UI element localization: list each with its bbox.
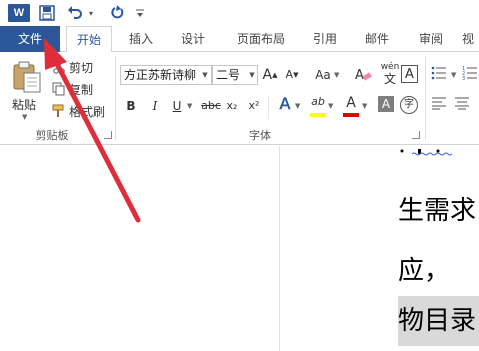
document-text-line[interactable]: 应， — [398, 250, 450, 287]
phonetic-guide-char-icon: 文 — [383, 72, 396, 86]
ribbon-home: 粘贴 ▼ 剪切 复制 格式刷 剪贴板 方正苏新诗柳 ▼ 二号 ▼ A▲ A▼ A… — [0, 52, 479, 145]
format-painter-icon — [52, 104, 66, 118]
page-left-edge — [279, 146, 280, 351]
group-separator — [425, 56, 426, 140]
group-separator — [115, 56, 116, 140]
paste-button-label[interactable]: 粘贴 — [12, 96, 36, 113]
format-painter-button[interactable]: 格式刷 — [52, 103, 105, 119]
superscript-button[interactable]: x² — [246, 96, 262, 116]
clear-formatting-button[interactable]: A — [354, 65, 372, 85]
subscript-button[interactable]: x₂ — [224, 96, 240, 116]
underline-button[interactable]: U — [170, 96, 184, 116]
character-border-button[interactable]: A — [401, 65, 418, 83]
italic-button[interactable]: I — [148, 96, 162, 116]
font-color-swatch — [343, 113, 359, 117]
scissors-icon — [52, 60, 66, 74]
highlight-color-swatch — [310, 113, 326, 117]
text-effects-dropdown-icon[interactable]: ▼ — [295, 96, 300, 116]
bold-button[interactable]: B — [124, 96, 138, 116]
change-case-button[interactable]: Aa — [312, 65, 334, 85]
font-group-label: 字体 — [249, 129, 271, 142]
strikethrough-button[interactable]: abc — [200, 96, 222, 116]
numbering-icon[interactable]: 123 — [462, 65, 478, 85]
tab-design[interactable]: 设计 — [172, 26, 214, 52]
customize-quick-access-icon[interactable] — [134, 3, 146, 23]
tab-references[interactable]: 引用 — [304, 26, 346, 52]
phonetic-guide-button[interactable]: wén 文 — [380, 62, 400, 86]
shrink-font-button[interactable]: A▼ — [284, 65, 300, 85]
copy-icon — [52, 82, 66, 96]
svg-text:3: 3 — [462, 76, 465, 81]
undo-dropdown-icon[interactable]: ▾ — [86, 3, 96, 23]
document-text-line[interactable]: 生需求 — [398, 190, 476, 227]
phonetic-guide-label: wén — [380, 62, 400, 72]
copy-label: 复制 — [69, 82, 94, 97]
undo-icon[interactable] — [66, 3, 84, 23]
highlight-label: ab — [311, 95, 325, 108]
save-icon[interactable] — [38, 3, 56, 23]
ribbon-tab-row: 文件 开始 插入 设计 页面布局 引用 邮件 审阅 视 — [0, 26, 479, 53]
font-size-dropdown-icon[interactable]: ▼ — [246, 65, 258, 85]
font-name-dropdown-icon[interactable]: ▼ — [199, 65, 211, 85]
font-color-button[interactable]: A — [343, 93, 359, 113]
character-shading-button[interactable]: A — [378, 96, 394, 112]
spelling-squiggle — [412, 152, 452, 156]
paste-icon[interactable] — [12, 60, 42, 94]
clipboard-launcher-icon[interactable] — [104, 131, 112, 139]
cut-button[interactable]: 剪切 — [52, 59, 93, 75]
highlight-button[interactable]: ab — [310, 92, 326, 112]
align-left-icon[interactable] — [431, 96, 447, 116]
tab-view[interactable]: 视 — [462, 26, 479, 52]
enclose-characters-button[interactable]: 字 — [400, 96, 418, 114]
underline-dropdown-icon[interactable]: ▼ — [187, 96, 192, 116]
change-case-dropdown-icon[interactable]: ▼ — [334, 65, 339, 85]
font-color-dropdown-icon[interactable]: ▼ — [362, 96, 367, 116]
paste-dropdown-icon[interactable]: ▼ — [22, 113, 27, 121]
cut-label: 剪切 — [69, 60, 94, 75]
redo-icon[interactable] — [108, 3, 126, 23]
clipboard-group-label: 剪贴板 — [35, 129, 69, 142]
tab-page-layout[interactable]: 页面布局 — [228, 26, 294, 52]
tab-review[interactable]: 审阅 — [410, 26, 452, 52]
align-center-icon[interactable] — [454, 96, 470, 116]
tab-mailings[interactable]: 邮件 — [356, 26, 398, 52]
toolbar-divider — [268, 96, 269, 118]
font-launcher-icon[interactable] — [412, 131, 420, 139]
document-canvas[interactable]: 生需求 应， 物目录 — [0, 146, 479, 351]
bullets-icon[interactable] — [431, 65, 447, 85]
copy-button[interactable]: 复制 — [52, 81, 93, 97]
tab-insert[interactable]: 插入 — [120, 26, 162, 52]
text-effects-button[interactable]: A — [276, 94, 294, 114]
tab-home[interactable]: 开始 — [66, 26, 112, 53]
word-logo-icon[interactable]: W — [8, 4, 30, 22]
bullets-dropdown-icon[interactable]: ▼ — [451, 65, 456, 85]
svg-text:A: A — [355, 68, 364, 83]
format-painter-label: 格式刷 — [69, 104, 106, 119]
highlight-dropdown-icon[interactable]: ▼ — [328, 96, 333, 116]
grow-font-label: A — [262, 67, 273, 83]
document-text-line-selected[interactable]: 物目录 — [398, 296, 479, 346]
tab-file[interactable]: 文件 — [0, 26, 60, 52]
grow-font-button[interactable]: A▲ — [262, 65, 278, 85]
title-bar: W ▾ — [0, 0, 479, 26]
shrink-font-label: A — [285, 68, 294, 81]
